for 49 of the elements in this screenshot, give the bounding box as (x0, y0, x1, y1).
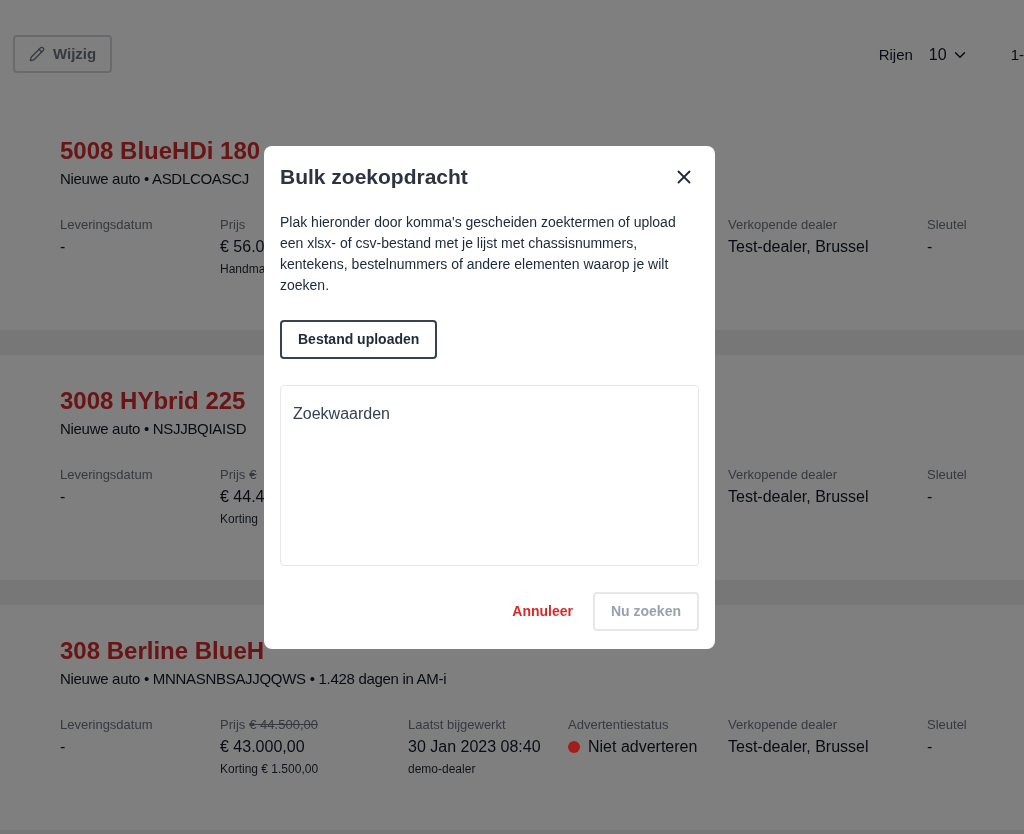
vehicle-subtitle: Nieuwe auto • MNNASNBSAJJQQWS • 1.428 dagen in AM-i (60, 669, 447, 689)
field-label: Leveringsdatum (60, 216, 153, 234)
modal-description: Plak hieronder door komma's gescheiden zoektermen of upload een xlsx- of csv-bestand met je lijst met chassisnummers, kentekens, bestelnummers of andere elementen waarop je wilt zoeken. (280, 213, 677, 295)
vehicle-title[interactable]: 3008 HYbrid 225 (60, 385, 246, 417)
field-value: € 44.4 (220, 487, 265, 507)
field-label: Advertentiestatus (568, 716, 669, 734)
vehicle-subtitle: Nieuwe auto • ASDLCOASCJ (60, 169, 249, 189)
field-label: Verkopende dealer (728, 466, 838, 484)
upload-button[interactable]: Bestand uploaden (280, 320, 438, 359)
field-value: - (60, 487, 66, 507)
field-value: 30 Jan 2023 08:40 (408, 737, 541, 757)
field-label: Verkopende dealer (728, 716, 838, 734)
old-price: € 44.500,00 (249, 716, 318, 734)
rows-dropdown[interactable]: 10 (928, 43, 969, 67)
rows-label: Rijen (878, 44, 913, 65)
search-values-field[interactable]: Zoekwaarden (280, 385, 699, 566)
field-label: Prijs (220, 216, 246, 234)
field-value: - (927, 237, 933, 257)
field-value: - (927, 487, 933, 507)
field-label: Leveringsdatum (60, 716, 153, 734)
page-range: 1- (1010, 44, 1024, 65)
field-value: Test-dealer, Brussel (728, 487, 869, 507)
field-label: Sleutel (927, 466, 967, 484)
field-label: Laatst bijgewerkt (408, 716, 506, 734)
pencil-icon (29, 46, 45, 62)
field-value: € 56.0 (220, 237, 265, 257)
field-note: Handma (220, 261, 266, 278)
field-value: - (927, 737, 933, 757)
vehicle-title[interactable]: 308 Berline BlueH (60, 635, 265, 667)
field-note: Korting € 1.500,00 (220, 761, 319, 778)
vehicle-subtitle: Nieuwe auto • NSJJBQIAISD (60, 419, 247, 439)
field-label: Sleutel (927, 216, 967, 234)
field-value: Test-dealer, Brussel (728, 737, 869, 757)
field-label: Prijs (220, 716, 246, 734)
field-value: - (60, 737, 66, 757)
field-label: Leveringsdatum (60, 466, 153, 484)
field-note: Korting (220, 511, 259, 528)
field-value: Niet adverteren (588, 737, 698, 757)
field-label: Verkopende dealer (728, 216, 838, 234)
cancel-button[interactable]: Annuleer (512, 601, 573, 622)
vehicle-title[interactable]: 5008 BlueHDi 180 (60, 135, 261, 167)
field-value: Test-dealer, Brussel (728, 237, 869, 257)
field-note: demo-dealer (408, 761, 476, 778)
field-label: Sleutel (927, 716, 967, 734)
field-label: Prijs (220, 466, 246, 484)
modal-title: Bulk zoekopdracht (280, 164, 468, 190)
old-price: € (249, 466, 257, 484)
field-value: € 43.000,00 (220, 737, 305, 757)
field-value: - (60, 237, 66, 257)
